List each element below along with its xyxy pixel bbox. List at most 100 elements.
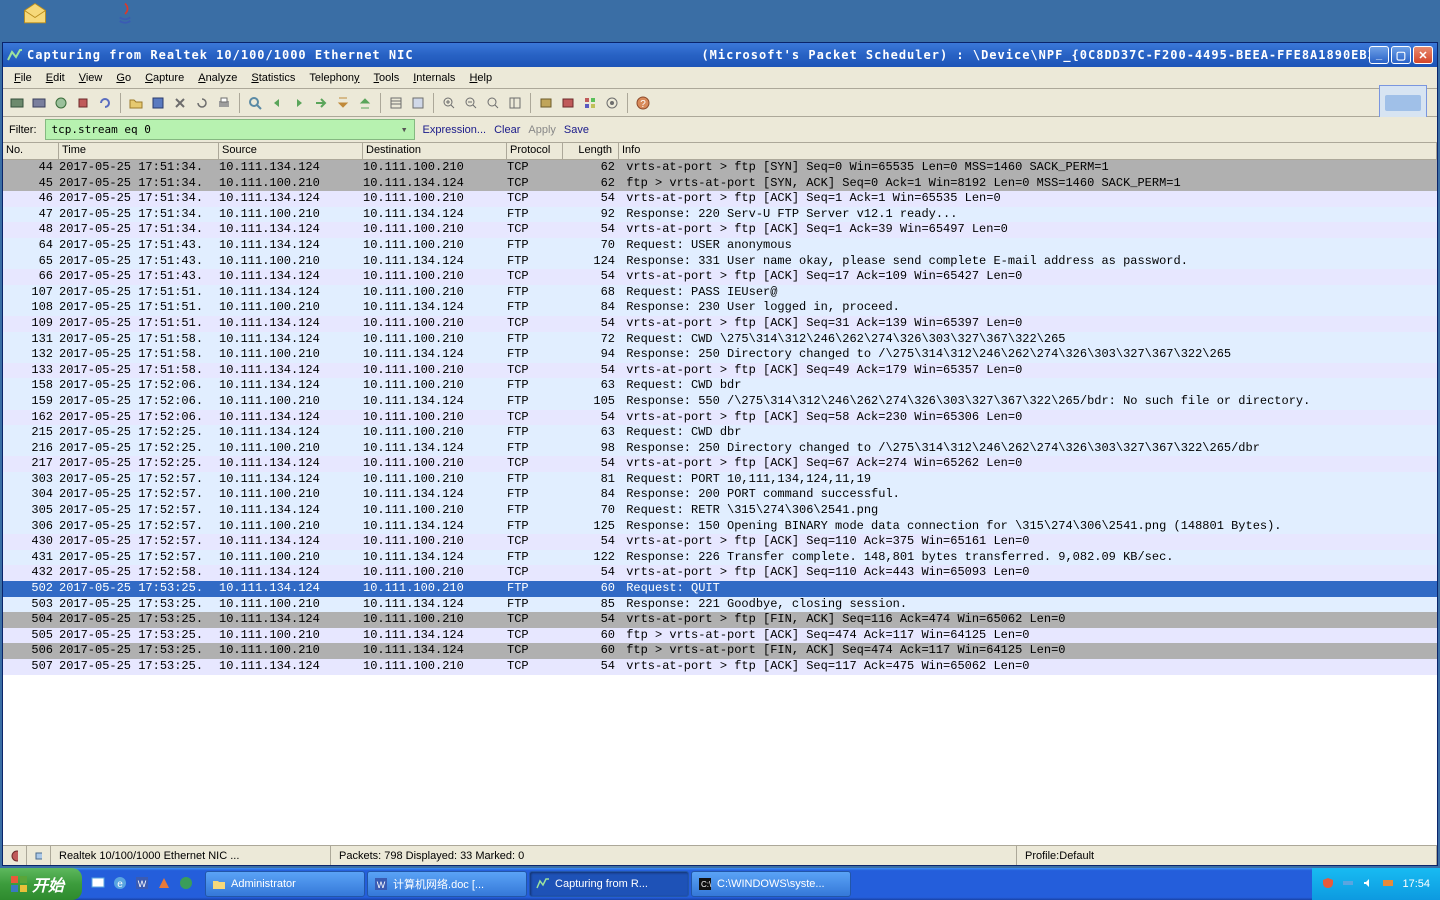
col-proto[interactable]: Protocol (507, 143, 563, 159)
go-forward-icon[interactable] (289, 93, 309, 113)
colorize-icon[interactable] (386, 93, 406, 113)
packet-row[interactable]: 1312017-05-25 17:51:58.10.111.134.12410.… (3, 332, 1437, 348)
ql-desktop-icon[interactable] (90, 875, 108, 893)
expression-button[interactable]: Expression... (423, 124, 487, 136)
close-file-icon[interactable] (170, 93, 190, 113)
minimize-button[interactable]: _ (1369, 46, 1389, 64)
maximize-button[interactable]: ▢ (1391, 46, 1411, 64)
restart-capture-icon[interactable] (95, 93, 115, 113)
print-icon[interactable] (214, 93, 234, 113)
packet-row[interactable]: 3062017-05-25 17:52:57.10.111.100.21010.… (3, 519, 1437, 535)
java-icon[interactable] (100, 0, 150, 40)
packet-row[interactable]: 4322017-05-25 17:52:58.10.111.134.12410.… (3, 565, 1437, 581)
menu-tools[interactable]: Tools (367, 70, 407, 86)
go-last-icon[interactable] (355, 93, 375, 113)
packet-row[interactable]: 5072017-05-25 17:53:25.10.111.134.12410.… (3, 659, 1437, 675)
packet-row[interactable]: 5062017-05-25 17:53:25.10.111.100.21010.… (3, 643, 1437, 659)
close-button[interactable]: ✕ (1413, 46, 1433, 64)
task-word[interactable]: W计算机网络.doc [... (367, 871, 527, 897)
outlook-icon[interactable] (10, 0, 60, 40)
display-filters-icon[interactable] (558, 93, 578, 113)
packet-row[interactable]: 5052017-05-25 17:53:25.10.111.100.21010.… (3, 628, 1437, 644)
packet-row[interactable]: 3042017-05-25 17:52:57.10.111.100.21010.… (3, 487, 1437, 503)
packet-row[interactable]: 1092017-05-25 17:51:51.10.111.134.12410.… (3, 316, 1437, 332)
stop-capture-icon[interactable] (73, 93, 93, 113)
task-wireshark[interactable]: Capturing from R... (529, 871, 689, 897)
packet-row[interactable]: 1592017-05-25 17:52:06.10.111.100.21010.… (3, 394, 1437, 410)
packet-row[interactable]: 3032017-05-25 17:52:57.10.111.134.12410.… (3, 472, 1437, 488)
zoom-in-icon[interactable] (439, 93, 459, 113)
start-capture-icon[interactable] (51, 93, 71, 113)
tray-shield-icon[interactable] (1322, 877, 1336, 891)
packet-row[interactable]: 3052017-05-25 17:52:57.10.111.134.12410.… (3, 503, 1437, 519)
ql-ie-icon[interactable]: e (112, 875, 130, 893)
task-cmd[interactable]: C:\C:\WINDOWS\syste... (691, 871, 851, 897)
packet-row[interactable]: 1072017-05-25 17:51:51.10.111.134.12410.… (3, 285, 1437, 301)
titlebar[interactable]: Capturing from Realtek 10/100/1000 Ether… (3, 43, 1437, 67)
col-info[interactable]: Info (619, 143, 1437, 159)
filter-input[interactable]: tcp.stream eq 0▾ (45, 119, 415, 140)
packet-row[interactable]: 452017-05-25 17:51:34.10.111.100.21010.1… (3, 176, 1437, 192)
menu-help[interactable]: Help (462, 70, 499, 86)
go-to-packet-icon[interactable] (311, 93, 331, 113)
menu-capture[interactable]: Capture (138, 70, 191, 86)
packet-list[interactable]: 442017-05-25 17:51:34.10.111.134.12410.1… (3, 160, 1437, 845)
packet-row[interactable]: 642017-05-25 17:51:43.10.111.134.12410.1… (3, 238, 1437, 254)
menu-file[interactable]: File (7, 70, 39, 86)
col-no[interactable]: No. (3, 143, 59, 159)
interfaces-icon[interactable] (7, 93, 27, 113)
col-time[interactable]: Time (59, 143, 219, 159)
menu-telephony[interactable]: Telephony (302, 70, 366, 86)
options-icon[interactable] (29, 93, 49, 113)
status-profile[interactable]: Default (1059, 850, 1094, 862)
packet-row[interactable]: 2152017-05-25 17:52:25.10.111.134.12410.… (3, 425, 1437, 441)
save-filter-button[interactable]: Save (564, 124, 589, 136)
menu-view[interactable]: View (72, 70, 110, 86)
ql-fox-icon[interactable] (156, 875, 174, 893)
tray-clock[interactable]: 17:54 (1402, 878, 1430, 890)
packet-row[interactable]: 442017-05-25 17:51:34.10.111.134.12410.1… (3, 160, 1437, 176)
autoscroll-icon[interactable] (408, 93, 428, 113)
open-icon[interactable] (126, 93, 146, 113)
packet-row[interactable]: 662017-05-25 17:51:43.10.111.134.12410.1… (3, 269, 1437, 285)
ql-app-icon[interactable] (178, 875, 196, 893)
resize-columns-icon[interactable] (505, 93, 525, 113)
col-src[interactable]: Source (219, 143, 363, 159)
packet-row[interactable]: 652017-05-25 17:51:43.10.111.100.21010.1… (3, 254, 1437, 270)
apply-button[interactable]: Apply (528, 124, 556, 136)
coloring-rules-icon[interactable] (580, 93, 600, 113)
preferences-icon[interactable] (602, 93, 622, 113)
reload-icon[interactable] (192, 93, 212, 113)
go-first-icon[interactable] (333, 93, 353, 113)
packet-row[interactable]: 2162017-05-25 17:52:25.10.111.100.21010.… (3, 441, 1437, 457)
save-icon[interactable] (148, 93, 168, 113)
start-button[interactable]: 开始 (0, 868, 82, 900)
menu-statistics[interactable]: Statistics (244, 70, 302, 86)
packet-row[interactable]: 2172017-05-25 17:52:25.10.111.134.12410.… (3, 456, 1437, 472)
packet-row[interactable]: 482017-05-25 17:51:34.10.111.134.12410.1… (3, 222, 1437, 238)
find-icon[interactable] (245, 93, 265, 113)
packet-row[interactable]: 1082017-05-25 17:51:51.10.111.100.21010.… (3, 300, 1437, 316)
menu-go[interactable]: Go (109, 70, 138, 86)
tray-input-icon[interactable] (1382, 877, 1396, 891)
col-dst[interactable]: Destination (363, 143, 507, 159)
zoom-out-icon[interactable] (461, 93, 481, 113)
packet-row[interactable]: 5022017-05-25 17:53:25.10.111.134.12410.… (3, 581, 1437, 597)
packet-row[interactable]: 1582017-05-25 17:52:06.10.111.134.12410.… (3, 378, 1437, 394)
column-headers[interactable]: No. Time Source Destination Protocol Len… (3, 143, 1437, 160)
capture-filters-icon[interactable] (536, 93, 556, 113)
menu-edit[interactable]: Edit (39, 70, 72, 86)
packet-row[interactable]: 1322017-05-25 17:51:58.10.111.100.21010.… (3, 347, 1437, 363)
tray-network-icon[interactable] (1342, 877, 1356, 891)
task-administrator[interactable]: Administrator (205, 871, 365, 897)
status-stop-icon[interactable] (3, 846, 27, 865)
packet-row[interactable]: 462017-05-25 17:51:34.10.111.134.12410.1… (3, 191, 1437, 207)
packet-row[interactable]: 5042017-05-25 17:53:25.10.111.134.12410.… (3, 612, 1437, 628)
system-tray[interactable]: 17:54 (1312, 868, 1440, 900)
tray-sound-icon[interactable] (1362, 877, 1376, 891)
go-back-icon[interactable] (267, 93, 287, 113)
help-icon[interactable]: ? (633, 93, 653, 113)
packet-row[interactable]: 5032017-05-25 17:53:25.10.111.100.21010.… (3, 597, 1437, 613)
zoom-reset-icon[interactable] (483, 93, 503, 113)
clear-button[interactable]: Clear (494, 124, 520, 136)
